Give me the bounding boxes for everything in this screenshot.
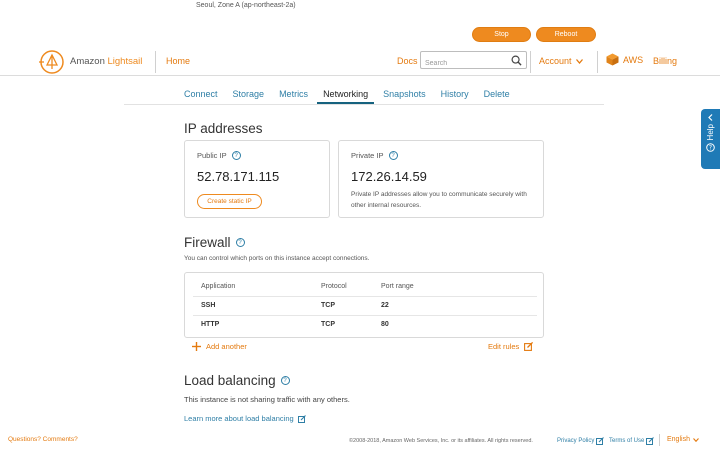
- learn-more-label: Learn more about load balancing: [184, 414, 294, 423]
- privacy-policy-label: Privacy Policy: [557, 438, 595, 444]
- private-ip-card: Private IP ? 172.26.14.59 Private IP add…: [338, 140, 544, 218]
- application-cell: SSH: [201, 302, 216, 309]
- private-ip-value: 172.26.14.59: [351, 169, 427, 184]
- terms-of-use-link[interactable]: Terms of Use: [609, 437, 655, 445]
- search-input[interactable]: [421, 55, 505, 72]
- column-header: Port range: [381, 283, 414, 290]
- footer-divider: [659, 434, 660, 446]
- header-divider: [155, 51, 156, 73]
- nav-aws[interactable]: AWS: [606, 53, 643, 66]
- external-link-icon: [596, 437, 605, 445]
- ip-addresses-heading: IP addresses: [184, 121, 263, 136]
- edit-rules-button[interactable]: Edit rules: [488, 342, 534, 351]
- table-row: SSH TCP 22: [193, 296, 537, 315]
- firewall-heading: Firewall ?: [184, 235, 245, 250]
- edit-icon: [524, 342, 534, 351]
- privacy-policy-link[interactable]: Privacy Policy: [557, 437, 605, 445]
- firewall-description: You can control which ports on this inst…: [184, 255, 370, 262]
- public-ip-value: 52.78.171.115: [197, 169, 280, 184]
- search-box: [420, 51, 527, 72]
- tab-metrics[interactable]: Metrics: [279, 84, 308, 104]
- instance-tabs: Connect Storage Metrics Networking Snaps…: [184, 84, 525, 104]
- tab-storage[interactable]: Storage: [233, 84, 265, 104]
- chevron-left-icon: [708, 114, 713, 121]
- help-icon[interactable]: ?: [231, 151, 241, 160]
- chevron-down-icon: [693, 437, 699, 442]
- aws-label: AWS: [623, 54, 644, 65]
- create-static-ip-button[interactable]: Create static IP: [197, 194, 262, 209]
- tab-connect[interactable]: Connect: [184, 84, 218, 104]
- tab-delete[interactable]: Delete: [484, 84, 510, 104]
- nav-billing[interactable]: Billing: [653, 56, 677, 66]
- load-balancing-heading: Load balancing ?: [184, 373, 290, 388]
- port-range-cell: 22: [381, 302, 389, 309]
- help-icon: ?: [706, 143, 715, 153]
- top-nav: Amazon Lightsail Home Docs Account AWS B…: [0, 44, 720, 76]
- help-panel-tab[interactable]: Help ?: [701, 109, 720, 169]
- help-tab-label: Help: [706, 124, 715, 141]
- instance-zone: Seoul, Zone A (ap-northeast-2a): [196, 2, 296, 9]
- private-ip-description: Private IP addresses allow you to commun…: [351, 191, 527, 209]
- add-another-button[interactable]: Add another: [192, 342, 247, 351]
- lightsail-logo-icon[interactable]: [39, 49, 65, 75]
- header-divider: [597, 51, 598, 73]
- terms-of-use-label: Terms of Use: [609, 438, 645, 444]
- questions-comments-link[interactable]: Questions? Comments?: [8, 436, 78, 443]
- edit-rules-label: Edit rules: [488, 342, 520, 351]
- public-ip-label: Public IP ?: [197, 151, 241, 160]
- brand-name[interactable]: Amazon Lightsail: [70, 56, 142, 67]
- search-icon[interactable]: [511, 55, 522, 66]
- header-divider: [530, 51, 531, 73]
- external-link-icon: [646, 437, 655, 445]
- language-selector[interactable]: English: [667, 436, 699, 443]
- firewall-table: Application Protocol Port range SSH TCP …: [184, 272, 544, 338]
- learn-more-load-balancing-link[interactable]: Learn more about load balancing: [184, 414, 306, 423]
- help-icon[interactable]: ?: [280, 376, 290, 385]
- add-another-label: Add another: [206, 342, 247, 351]
- language-label: English: [667, 436, 690, 443]
- tab-snapshots[interactable]: Snapshots: [383, 84, 426, 104]
- help-icon[interactable]: ?: [235, 238, 245, 247]
- copyright-text: ©2008-2018, Amazon Web Services, Inc. or…: [349, 438, 533, 444]
- tab-networking[interactable]: Networking: [317, 84, 375, 104]
- stop-button[interactable]: Stop: [472, 27, 531, 42]
- protocol-cell: TCP: [321, 302, 335, 309]
- tab-history[interactable]: History: [441, 84, 469, 104]
- external-link-icon: [297, 414, 306, 423]
- port-range-cell: 80: [381, 321, 389, 328]
- nav-docs[interactable]: Docs: [397, 56, 418, 66]
- application-cell: HTTP: [201, 321, 220, 328]
- aws-cube-icon: [606, 53, 619, 66]
- column-header: Protocol: [321, 283, 347, 290]
- reboot-button[interactable]: Reboot: [536, 27, 596, 42]
- protocol-cell: TCP: [321, 321, 335, 328]
- private-ip-label: Private IP ?: [351, 151, 398, 160]
- chevron-down-icon: [575, 58, 583, 64]
- plus-icon: [192, 342, 201, 351]
- account-label: Account: [539, 56, 572, 66]
- load-balancing-description: This instance is not sharing traffic wit…: [184, 395, 350, 404]
- tab-divider: [124, 104, 604, 105]
- table-header-row: Application Protocol Port range: [193, 278, 537, 297]
- table-row: HTTP TCP 80: [193, 315, 537, 334]
- public-ip-card: Public IP ? 52.78.171.115 Create static …: [184, 140, 330, 218]
- help-icon[interactable]: ?: [388, 151, 398, 160]
- nav-home[interactable]: Home: [166, 56, 190, 66]
- svg-text:?: ?: [709, 145, 712, 152]
- nav-account[interactable]: Account: [539, 56, 583, 66]
- instance-icon: [128, 0, 184, 14]
- column-header: Application: [201, 283, 236, 290]
